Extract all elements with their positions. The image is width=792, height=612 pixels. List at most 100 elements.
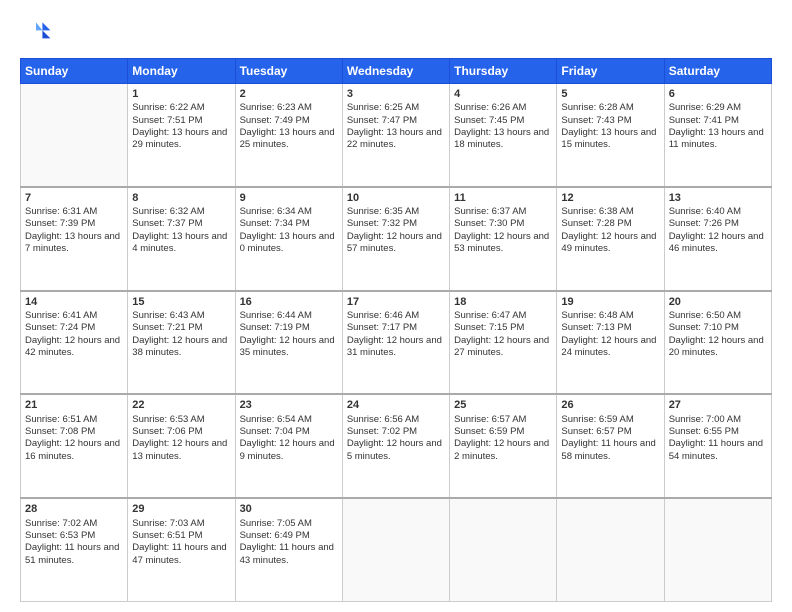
calendar-cell [342,498,449,601]
sunrise-text: Sunrise: 6:23 AM [240,102,338,114]
calendar-cell: 6Sunrise: 6:29 AMSunset: 7:41 PMDaylight… [664,84,771,187]
daylight-text: Daylight: 13 hours and 11 minutes. [669,127,767,152]
sunrise-text: Sunrise: 7:00 AM [669,414,767,426]
sunrise-text: Sunrise: 6:50 AM [669,310,767,322]
daylight-text: Daylight: 12 hours and 57 minutes. [347,231,445,256]
calendar-cell [664,498,771,601]
calendar-cell: 18Sunrise: 6:47 AMSunset: 7:15 PMDayligh… [450,291,557,395]
day-number: 30 [240,502,338,516]
sunrise-text: Sunrise: 6:40 AM [669,206,767,218]
sunset-text: Sunset: 7:47 PM [347,115,445,127]
sunset-text: Sunset: 7:49 PM [240,115,338,127]
day-number: 28 [25,502,123,516]
calendar-cell: 28Sunrise: 7:02 AMSunset: 6:53 PMDayligh… [21,498,128,601]
calendar-cell: 10Sunrise: 6:35 AMSunset: 7:32 PMDayligh… [342,187,449,291]
calendar-cell: 1Sunrise: 6:22 AMSunset: 7:51 PMDaylight… [128,84,235,187]
day-number: 4 [454,87,552,101]
day-number: 26 [561,398,659,412]
sunset-text: Sunset: 7:37 PM [132,218,230,230]
calendar-cell: 24Sunrise: 6:56 AMSunset: 7:02 PMDayligh… [342,394,449,498]
calendar-cell: 20Sunrise: 6:50 AMSunset: 7:10 PMDayligh… [664,291,771,395]
sunrise-text: Sunrise: 6:57 AM [454,414,552,426]
calendar-week-row: 1Sunrise: 6:22 AMSunset: 7:51 PMDaylight… [21,84,772,187]
day-number: 18 [454,295,552,309]
day-number: 23 [240,398,338,412]
calendar-cell: 17Sunrise: 6:46 AMSunset: 7:17 PMDayligh… [342,291,449,395]
weekday-header-friday: Friday [557,59,664,84]
sunset-text: Sunset: 7:19 PM [240,322,338,334]
day-number: 7 [25,191,123,205]
calendar-cell [21,84,128,187]
daylight-text: Daylight: 12 hours and 27 minutes. [454,335,552,360]
sunset-text: Sunset: 7:15 PM [454,322,552,334]
weekday-header-tuesday: Tuesday [235,59,342,84]
calendar-cell: 27Sunrise: 7:00 AMSunset: 6:55 PMDayligh… [664,394,771,498]
calendar-week-row: 28Sunrise: 7:02 AMSunset: 6:53 PMDayligh… [21,498,772,601]
sunset-text: Sunset: 7:24 PM [25,322,123,334]
sunrise-text: Sunrise: 6:44 AM [240,310,338,322]
calendar-cell: 4Sunrise: 6:26 AMSunset: 7:45 PMDaylight… [450,84,557,187]
sunrise-text: Sunrise: 7:02 AM [25,518,123,530]
sunrise-text: Sunrise: 6:56 AM [347,414,445,426]
sunrise-text: Sunrise: 6:29 AM [669,102,767,114]
daylight-text: Daylight: 11 hours and 47 minutes. [132,542,230,567]
page-header [20,16,772,48]
sunset-text: Sunset: 6:59 PM [454,426,552,438]
weekday-header-sunday: Sunday [21,59,128,84]
calendar-cell: 29Sunrise: 7:03 AMSunset: 6:51 PMDayligh… [128,498,235,601]
daylight-text: Daylight: 12 hours and 35 minutes. [240,335,338,360]
sunrise-text: Sunrise: 7:05 AM [240,518,338,530]
daylight-text: Daylight: 13 hours and 15 minutes. [561,127,659,152]
daylight-text: Daylight: 13 hours and 25 minutes. [240,127,338,152]
calendar-cell: 22Sunrise: 6:53 AMSunset: 7:06 PMDayligh… [128,394,235,498]
sunset-text: Sunset: 6:57 PM [561,426,659,438]
weekday-header-thursday: Thursday [450,59,557,84]
sunrise-text: Sunrise: 6:46 AM [347,310,445,322]
daylight-text: Daylight: 12 hours and 31 minutes. [347,335,445,360]
sunset-text: Sunset: 7:45 PM [454,115,552,127]
day-number: 11 [454,191,552,205]
sunrise-text: Sunrise: 6:43 AM [132,310,230,322]
weekday-header-wednesday: Wednesday [342,59,449,84]
sunset-text: Sunset: 7:30 PM [454,218,552,230]
day-number: 12 [561,191,659,205]
sunrise-text: Sunrise: 6:59 AM [561,414,659,426]
weekday-header-monday: Monday [128,59,235,84]
daylight-text: Daylight: 13 hours and 22 minutes. [347,127,445,152]
daylight-text: Daylight: 11 hours and 58 minutes. [561,438,659,463]
daylight-text: Daylight: 13 hours and 7 minutes. [25,231,123,256]
daylight-text: Daylight: 12 hours and 16 minutes. [25,438,123,463]
weekday-header-row: SundayMondayTuesdayWednesdayThursdayFrid… [21,59,772,84]
daylight-text: Daylight: 13 hours and 18 minutes. [454,127,552,152]
sunset-text: Sunset: 7:41 PM [669,115,767,127]
daylight-text: Daylight: 12 hours and 38 minutes. [132,335,230,360]
sunrise-text: Sunrise: 6:38 AM [561,206,659,218]
logo-icon [20,16,52,48]
day-number: 29 [132,502,230,516]
calendar-cell: 23Sunrise: 6:54 AMSunset: 7:04 PMDayligh… [235,394,342,498]
day-number: 22 [132,398,230,412]
sunrise-text: Sunrise: 6:32 AM [132,206,230,218]
daylight-text: Daylight: 13 hours and 0 minutes. [240,231,338,256]
sunset-text: Sunset: 7:21 PM [132,322,230,334]
calendar-cell: 11Sunrise: 6:37 AMSunset: 7:30 PMDayligh… [450,187,557,291]
calendar-cell: 25Sunrise: 6:57 AMSunset: 6:59 PMDayligh… [450,394,557,498]
sunrise-text: Sunrise: 6:51 AM [25,414,123,426]
day-number: 21 [25,398,123,412]
calendar-cell: 14Sunrise: 6:41 AMSunset: 7:24 PMDayligh… [21,291,128,395]
calendar-cell: 30Sunrise: 7:05 AMSunset: 6:49 PMDayligh… [235,498,342,601]
calendar-cell: 5Sunrise: 6:28 AMSunset: 7:43 PMDaylight… [557,84,664,187]
sunset-text: Sunset: 7:34 PM [240,218,338,230]
daylight-text: Daylight: 12 hours and 53 minutes. [454,231,552,256]
daylight-text: Daylight: 12 hours and 20 minutes. [669,335,767,360]
calendar-cell: 16Sunrise: 6:44 AMSunset: 7:19 PMDayligh… [235,291,342,395]
calendar-cell: 7Sunrise: 6:31 AMSunset: 7:39 PMDaylight… [21,187,128,291]
sunrise-text: Sunrise: 6:35 AM [347,206,445,218]
calendar-cell: 9Sunrise: 6:34 AMSunset: 7:34 PMDaylight… [235,187,342,291]
day-number: 2 [240,87,338,101]
daylight-text: Daylight: 11 hours and 54 minutes. [669,438,767,463]
day-number: 3 [347,87,445,101]
day-number: 14 [25,295,123,309]
sunrise-text: Sunrise: 6:31 AM [25,206,123,218]
day-number: 1 [132,87,230,101]
